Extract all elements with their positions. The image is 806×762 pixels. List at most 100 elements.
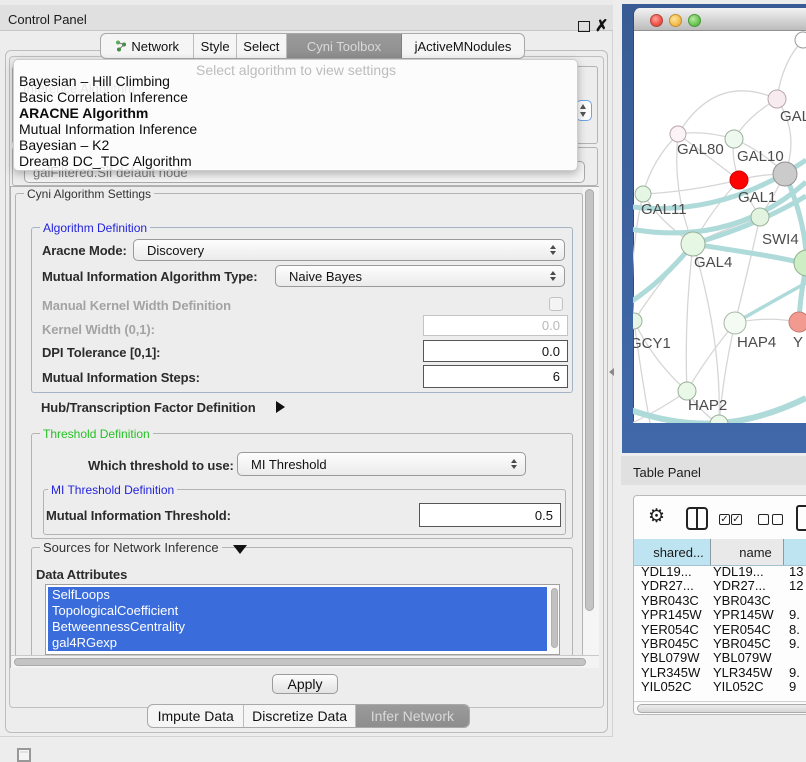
- column-header-shared[interactable]: shared...: [634, 539, 711, 565]
- graph-node[interactable]: [725, 130, 743, 148]
- hub-expand-icon[interactable]: [276, 401, 285, 413]
- attribute-list-item[interactable]: SelfLoops: [48, 587, 547, 603]
- aracne-mode-combobox[interactable]: Discovery: [133, 239, 565, 261]
- column-header-partial[interactable]: [784, 539, 806, 565]
- sources-collapse-icon[interactable]: [233, 545, 247, 554]
- dropdown-item[interactable]: Mutual Information Inference: [19, 121, 197, 137]
- minimized-panel-icon[interactable]: [17, 748, 31, 762]
- tab-infer-network[interactable]: Infer Network: [356, 705, 469, 727]
- table-panel-header: Table Panel: [621, 456, 806, 485]
- apply-button[interactable]: Apply: [272, 674, 338, 694]
- graph-node[interactable]: [724, 312, 746, 334]
- dropdown-item[interactable]: ARACNE Algorithm: [19, 105, 148, 121]
- tab-cyni-toolbox[interactable]: Cyni Toolbox: [287, 34, 402, 58]
- list-scrollbar-thumb[interactable]: [551, 588, 558, 648]
- dropdown-item[interactable]: Bayesian – K2: [19, 137, 109, 153]
- settings-vscrollbar[interactable]: [583, 187, 599, 655]
- table-row[interactable]: YDL19...YDL19...13: [634, 566, 806, 578]
- window-minimize-icon[interactable]: [669, 14, 682, 27]
- tab-select[interactable]: Select: [237, 34, 287, 58]
- float-window-icon[interactable]: [578, 21, 590, 32]
- table-row[interactable]: YBR045CYBR045C9.: [634, 636, 806, 650]
- graph-node[interactable]: [710, 415, 728, 423]
- mi-steps-label: Mutual Information Steps:: [42, 370, 200, 385]
- window-close-icon[interactable]: [650, 14, 663, 27]
- checked-checkbox-icon[interactable]: ✓: [719, 514, 730, 525]
- combo-arrows-icon: [511, 459, 518, 469]
- tab-network[interactable]: Network: [101, 34, 194, 58]
- mi-type-combobox[interactable]: Naive Bayes: [275, 265, 565, 287]
- graph-node[interactable]: [681, 232, 705, 256]
- attribute-list-item[interactable]: TopologicalCoefficient: [48, 603, 547, 619]
- algorithm-definition-title: Algorithm Definition: [40, 222, 150, 234]
- dropdown-item[interactable]: Dream8 DC_TDC Algorithm: [19, 153, 192, 169]
- control-panel-title: Control Panel: [8, 12, 87, 27]
- dropdown-item[interactable]: Basic Correlation Inference: [19, 89, 188, 105]
- attribute-list-item[interactable]: BetweennessCentrality: [48, 619, 547, 635]
- tab-impute-data[interactable]: Impute Data: [148, 705, 244, 727]
- tab-discretize-data[interactable]: Discretize Data: [244, 705, 355, 727]
- graph-node[interactable]: [635, 186, 651, 202]
- table-hscrollbar[interactable]: [634, 701, 806, 715]
- mi-steps-input[interactable]: 6: [423, 365, 568, 388]
- table-row[interactable]: YER054CYER054C8.: [634, 622, 806, 636]
- hub-definition-label[interactable]: Hub/Transcription Factor Definition: [41, 400, 256, 415]
- gear-icon[interactable]: ⚙: [648, 505, 665, 528]
- splitter-collapse-icon[interactable]: [609, 368, 614, 376]
- close-icon[interactable]: ✗: [595, 16, 609, 34]
- settings-vscrollbar-thumb[interactable]: [585, 189, 594, 611]
- table-hscrollbar-thumb[interactable]: [637, 704, 806, 713]
- network-canvas[interactable]: GALGAL80GAL10GAL1GAL11SWI4GAL4HAP4YGCY1H…: [633, 31, 806, 423]
- network-icon: [115, 40, 127, 52]
- unchecked-checkbox-icon[interactable]: [772, 514, 783, 525]
- algorithm-dropdown: Inference Algorithm galFiltered.Sif defa…: [13, 59, 578, 171]
- graph-node[interactable]: [751, 208, 769, 226]
- graph-node[interactable]: [670, 126, 686, 142]
- unchecked-checkbox-icon[interactable]: [758, 514, 769, 525]
- tab-jactivemnodules[interactable]: jActiveMNodules: [402, 34, 524, 58]
- graph-node[interactable]: [794, 250, 806, 276]
- checked-checkbox-icon[interactable]: ✓: [731, 514, 742, 525]
- manual-kernel-label: Manual Kernel Width Definition: [42, 298, 231, 313]
- graph-node[interactable]: [633, 313, 642, 329]
- table-row[interactable]: YBL079WYBL079W: [634, 650, 806, 664]
- kernel-width-input[interactable]: 0.0: [423, 315, 568, 336]
- dropdown-item[interactable]: Bayesian – Hill Climbing: [19, 73, 170, 89]
- manual-kernel-checkbox[interactable]: [549, 297, 563, 311]
- sources-title: Sources for Network Inference: [40, 542, 222, 554]
- settings-hscrollbar-thumb[interactable]: [14, 658, 586, 666]
- mi-threshold-input[interactable]: 0.5: [419, 503, 561, 527]
- table-mode-icon[interactable]: [796, 505, 806, 531]
- data-attributes-list[interactable]: SelfLoopsTopologicalCoefficientBetweenne…: [45, 584, 560, 655]
- table-row[interactable]: YDR27...YDR27...12: [634, 578, 806, 592]
- mi-threshold-label: Mutual Information Threshold:: [46, 508, 231, 523]
- algorithm-combobox-stepper[interactable]: [576, 100, 592, 121]
- control-panel: Control Panel ✗ galFiltered.Sif default …: [0, 0, 613, 737]
- graph-node[interactable]: [768, 90, 786, 108]
- combo-arrows-icon: [550, 271, 557, 281]
- table-row[interactable]: YPR145WYPR145W9.: [634, 607, 806, 621]
- settings-hscrollbar[interactable]: [11, 655, 599, 668]
- app: Control Panel ✗ galFiltered.Sif default …: [0, 0, 806, 762]
- cyni-algorithm-settings-title: Cyni Algorithm Settings: [24, 188, 154, 200]
- which-threshold-combobox[interactable]: MI Threshold: [237, 452, 526, 476]
- control-panel-titlebar: Control Panel ✗: [0, 0, 613, 31]
- attribute-list-item[interactable]: gal4RGexp: [48, 635, 547, 651]
- tab-style[interactable]: Style: [194, 34, 236, 58]
- table-row[interactable]: YBR043CYBR043C: [634, 593, 806, 607]
- network-graph: GALGAL80GAL10GAL1GAL11SWI4GAL4HAP4YGCY1H…: [633, 31, 806, 423]
- graph-node[interactable]: [730, 171, 748, 189]
- graph-node-label: Y: [793, 334, 803, 351]
- graph-node[interactable]: [795, 32, 806, 48]
- dpi-tolerance-input[interactable]: 0.0: [423, 340, 568, 362]
- graph-node[interactable]: [789, 312, 806, 332]
- bottom-tabs: Impute Data Discretize Data Infer Networ…: [147, 704, 470, 728]
- window-zoom-icon[interactable]: [688, 14, 701, 27]
- table-row[interactable]: YIL052CYIL052C9: [634, 679, 806, 691]
- column-header-name[interactable]: name: [711, 539, 784, 565]
- graph-node[interactable]: [773, 162, 797, 186]
- columns-icon[interactable]: [686, 507, 708, 530]
- table-panel-title: Table Panel: [633, 465, 701, 480]
- table-row[interactable]: YLR345WYLR345W9.: [634, 665, 806, 679]
- table-body: YDL19...YDL19...13YDR27...YDR27...12YBR0…: [634, 566, 806, 691]
